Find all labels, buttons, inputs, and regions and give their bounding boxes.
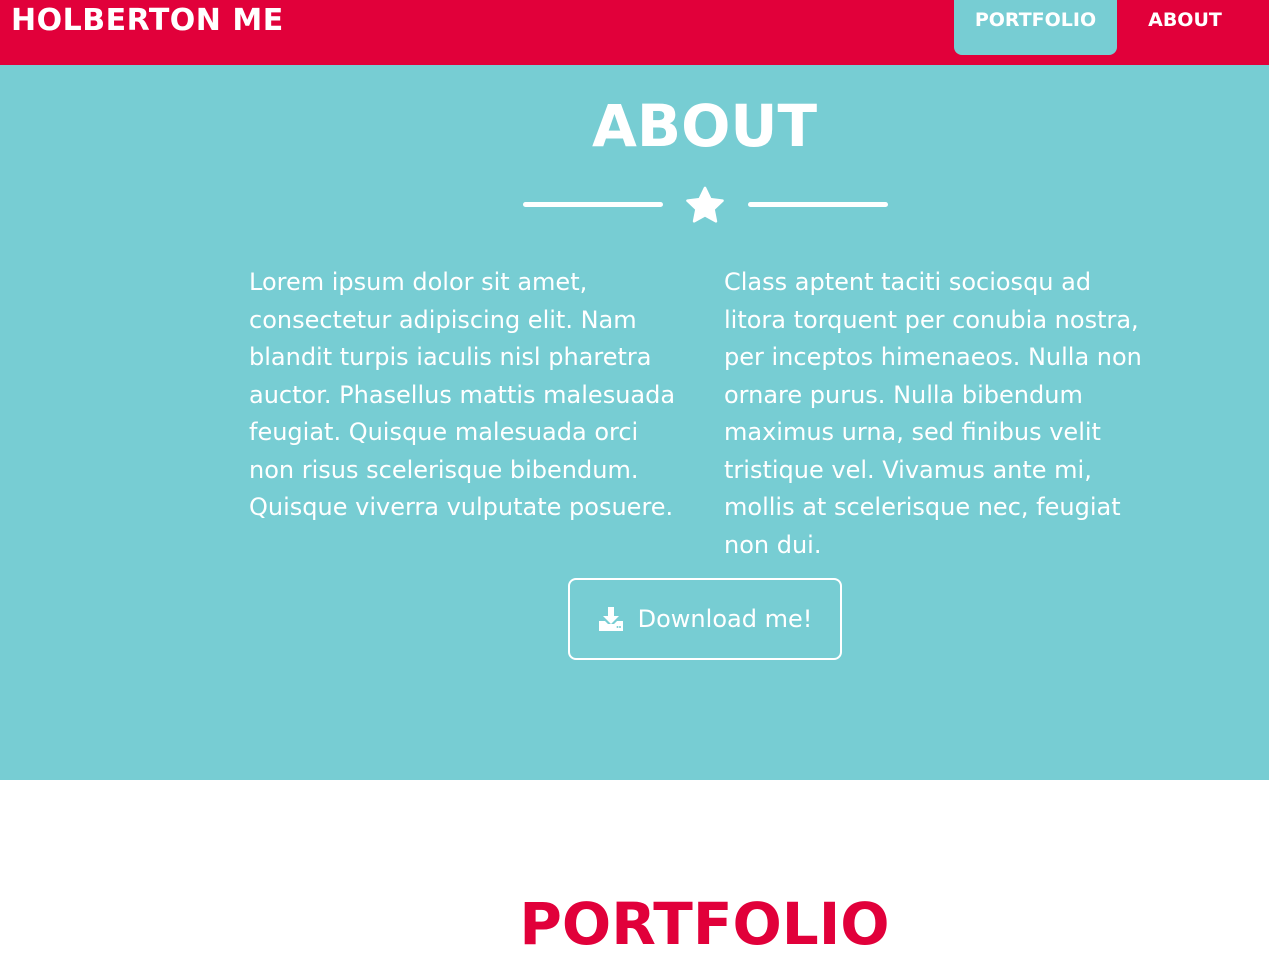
- divider-line-right: [748, 202, 888, 207]
- nav-item-portfolio[interactable]: PORTFOLIO: [954, 0, 1117, 55]
- about-paragraph-left: Lorem ipsum dolor sit amet, consectetur …: [249, 268, 676, 521]
- download-button-label: Download me!: [637, 605, 813, 633]
- about-paragraph-right: Class aptent taciti sociosqu ad litora t…: [724, 268, 1142, 559]
- portfolio-title: PORTFOLIO: [519, 890, 890, 957]
- nav-item-about[interactable]: ABOUT: [1130, 0, 1240, 55]
- download-icon: [598, 607, 623, 631]
- divider-line-left: [523, 202, 663, 207]
- navbar: HOLBERTON ME PORTFOLIO ABOUT: [0, 0, 1269, 65]
- brand-logo[interactable]: HOLBERTON ME: [11, 4, 284, 38]
- download-button[interactable]: Download me!: [568, 578, 842, 660]
- about-title: ABOUT: [591, 92, 818, 160]
- about-section: ABOUT Lorem ipsum dolor sit amet, consec…: [0, 65, 1269, 780]
- star-icon: [686, 186, 724, 223]
